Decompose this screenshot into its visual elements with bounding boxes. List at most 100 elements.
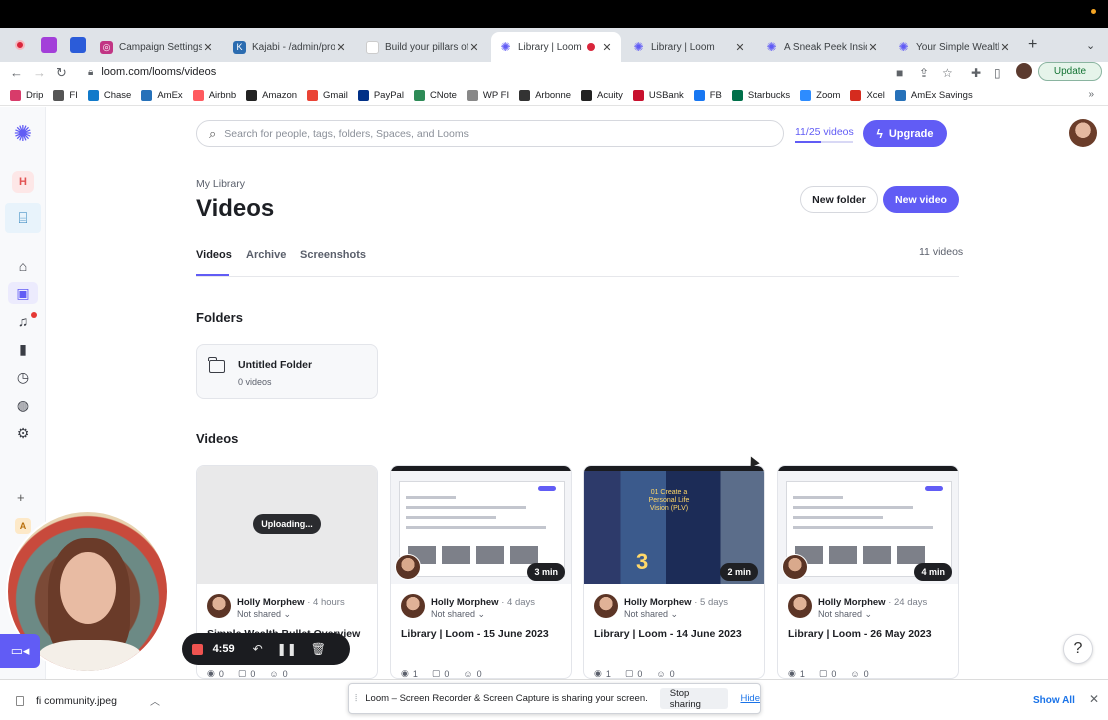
upgrade-button[interactable]: ϟ Upgrade — [863, 120, 947, 147]
video-title[interactable]: Library | Loom - 14 June 2023 — [594, 628, 742, 640]
sharing-status-dropdown[interactable]: Not shared ⌄ — [818, 609, 872, 620]
download-filename[interactable]: fi community.jpeg — [36, 695, 117, 707]
stop-sharing-button[interactable]: Stop sharing — [659, 688, 729, 710]
browser-profile-avatar[interactable] — [1016, 63, 1032, 79]
close-tab-icon[interactable]: ✕ — [734, 41, 746, 54]
stop-recording-button[interactable] — [192, 643, 203, 655]
bookmarks-overflow-icon[interactable]: » — [1088, 89, 1094, 100]
search-input[interactable] — [224, 127, 745, 140]
gift-icon[interactable]: ⌸ — [5, 203, 41, 233]
library-icon[interactable]: ▣ — [8, 282, 38, 304]
bookmark-item[interactable]: AmEx Savings — [894, 90, 973, 101]
bookmark-item[interactable]: USBank — [632, 90, 684, 101]
bookmark-item[interactable]: Gmail — [307, 90, 348, 101]
trash-icon[interactable]: 🗑︎ — [311, 642, 326, 656]
chevron-up-icon[interactable]: ︿ — [150, 693, 160, 708]
bookmark-star-icon[interactable]: ☆ — [942, 66, 953, 80]
close-icon[interactable]: ✕ — [1089, 692, 1099, 706]
globe-icon[interactable]: ◍ — [14, 396, 32, 414]
bookmark-item[interactable]: WP FI — [466, 90, 509, 101]
new-video-button[interactable]: New video — [883, 186, 959, 213]
video-card[interactable]: 3 min Holly Morphew · 4 days Not shared … — [390, 465, 572, 679]
video-card[interactable]: 01 Create a Personal Life Vision (PLV) 3… — [583, 465, 765, 679]
video-quota-link[interactable]: 11/25 videos — [795, 126, 854, 138]
bookmark-item[interactable]: Acuity — [581, 90, 623, 101]
loom-logo-icon[interactable]: ✺ — [12, 123, 34, 145]
video-thumbnail[interactable]: Uploading... — [197, 466, 377, 584]
workspace-avatar[interactable]: H — [12, 171, 34, 193]
share-icon[interactable]: ⇪ — [919, 66, 929, 80]
sharing-status-dropdown[interactable]: Not shared ⌄ — [624, 609, 678, 620]
user-avatar[interactable] — [1069, 119, 1097, 147]
browser-tab[interactable]: K Kajabi - /admin/prod ✕ — [225, 32, 355, 62]
video-thumbnail[interactable]: 01 Create a Personal Life Vision (PLV) 3… — [584, 466, 764, 584]
new-folder-button[interactable]: New folder — [800, 186, 878, 213]
search-bar[interactable]: ⌕ — [196, 120, 784, 147]
help-button[interactable]: ? — [1063, 634, 1093, 664]
space-avatar[interactable]: A — [15, 518, 31, 534]
hide-link[interactable]: Hide — [740, 693, 760, 704]
close-tab-icon[interactable]: ✕ — [202, 41, 214, 54]
browser-tab[interactable]: Build your pillars of ✕ — [358, 32, 488, 62]
bookmark-item[interactable]: Airbnb — [192, 90, 236, 101]
bookmark-item[interactable]: CNote — [413, 90, 457, 101]
bookmark-item[interactable]: AmEx — [141, 90, 183, 101]
new-tab-plus-icon[interactable]: + — [1028, 36, 1037, 54]
bookmark-item[interactable]: Xcel — [850, 90, 885, 101]
tab-screenshots[interactable]: Screenshots — [300, 249, 366, 261]
close-tab-icon[interactable]: ✕ — [468, 41, 480, 54]
restart-icon[interactable]: ↶ — [253, 642, 263, 656]
browser-tab-active[interactable]: ✺ Library | Loom ✕ — [491, 32, 621, 62]
close-tab-icon[interactable]: ✕ — [999, 41, 1011, 54]
close-tab-icon[interactable]: ✕ — [867, 41, 879, 54]
close-tab-icon[interactable]: ✕ — [335, 41, 347, 54]
pinned-tab-podcast-icon[interactable] — [41, 37, 57, 53]
address-bar[interactable]: 🔒︎ loom.com/looms/videos — [78, 62, 1028, 82]
video-thumbnail[interactable]: 3 min — [391, 466, 571, 584]
back-arrow-icon[interactable]: ← — [10, 65, 23, 80]
sharing-status-dropdown[interactable]: Not shared ⌄ — [237, 609, 291, 620]
recording-indicator-icon — [15, 40, 25, 50]
browser-tab[interactable]: ✺ A Sneak Peek Inside ✕ — [757, 32, 887, 62]
browser-update-button[interactable]: Update — [1038, 62, 1102, 81]
tab-search-chevron-icon[interactable]: ⌄ — [1086, 39, 1095, 52]
bookmark-item[interactable]: PayPal — [357, 90, 404, 101]
bookmark-item[interactable]: Starbucks — [731, 90, 790, 101]
bookmark-item[interactable]: FI — [53, 90, 78, 101]
video-thumbnail[interactable]: 4 min — [778, 466, 958, 584]
bookmark-item[interactable]: Drip — [10, 90, 43, 101]
add-space-plus-icon[interactable]: + — [17, 490, 25, 505]
close-tab-icon[interactable]: ✕ — [601, 41, 613, 54]
home-icon[interactable]: ⌂ — [14, 257, 32, 275]
tab-videos[interactable]: Videos — [196, 249, 232, 261]
bookmark-icon[interactable]: ▮ — [14, 340, 32, 358]
reload-icon[interactable]: ↻ — [56, 65, 67, 81]
drag-handle-icon[interactable]: ⦙ — [355, 693, 357, 704]
pause-icon[interactable]: ❚❚ — [277, 642, 297, 656]
show-all-downloads-button[interactable]: Show All — [1033, 695, 1075, 706]
browser-tab[interactable]: ◎ Campaign Settings ✕ — [92, 32, 222, 62]
camera-icon[interactable]: ■ — [896, 66, 903, 80]
camera-toggle-icon[interactable]: ▭◂ — [0, 634, 40, 668]
settings-gear-icon[interactable]: ⚙ — [14, 424, 32, 442]
sharing-status-dropdown[interactable]: Not shared ⌄ — [431, 609, 485, 620]
video-card[interactable]: 4 min Holly Morphew · 24 days Not shared… — [777, 465, 959, 679]
notifications-bell-icon[interactable]: ♫ — [14, 312, 32, 330]
video-title[interactable]: Library | Loom - 15 June 2023 — [401, 628, 549, 640]
browser-tab[interactable]: ✺ Your Simple Wealth ✕ — [889, 32, 1019, 62]
extensions-puzzle-icon[interactable]: ✚ — [971, 66, 981, 80]
bookmark-item[interactable]: Arbonne — [519, 90, 571, 101]
tab-archive[interactable]: Archive — [246, 249, 286, 261]
folder-card[interactable]: Untitled Folder 0 videos — [196, 344, 378, 399]
bookmark-item[interactable]: Zoom — [800, 90, 840, 101]
forward-arrow-icon[interactable]: → — [33, 65, 46, 80]
video-title[interactable]: Library | Loom - 26 May 2023 — [788, 628, 932, 640]
pinned-tab-calendar-icon[interactable] — [70, 37, 86, 53]
bookmark-item[interactable]: FB — [693, 90, 722, 101]
breadcrumb[interactable]: My Library — [196, 178, 245, 190]
side-panel-icon[interactable]: ▯ — [994, 66, 1001, 80]
browser-tab[interactable]: ✺ Library | Loom ✕ — [624, 32, 754, 62]
bookmark-item[interactable]: Amazon — [246, 90, 297, 101]
history-clock-icon[interactable]: ◷ — [14, 368, 32, 386]
bookmark-item[interactable]: Chase — [87, 90, 131, 101]
